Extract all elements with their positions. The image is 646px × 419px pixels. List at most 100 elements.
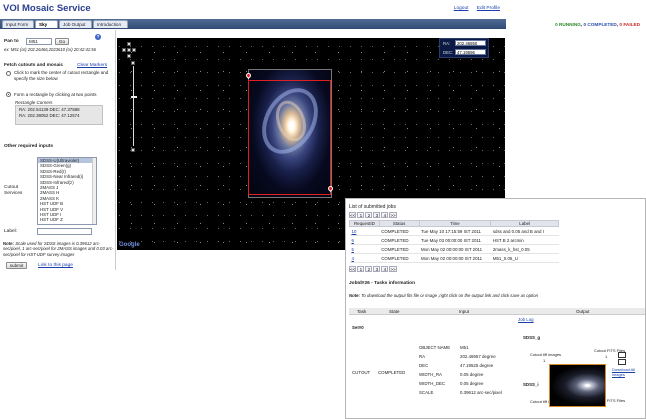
job-label: sdss and 0.05 and B and I [490, 226, 559, 236]
tab-sky-map[interactable]: Sky Map [35, 20, 58, 35]
pager-page[interactable]: 2 [365, 266, 373, 272]
radio-center-label: Click to mark the center of cutout recta… [14, 70, 109, 81]
pager-first[interactable]: << [349, 266, 357, 272]
job-id-link[interactable]: 10 [352, 229, 357, 234]
go-button[interactable]: Go [55, 38, 69, 45]
failed-count: 0 FAILED [619, 22, 640, 27]
jobs-panel: List of submitted jobs << 1 2 3 4 >> RequestI… [345, 198, 646, 419]
job-time: Tue May 10 17:15:59 IST 2011 [419, 226, 491, 236]
pan-to-input[interactable]: M51 [26, 38, 52, 45]
param-value: 0.05 degree [460, 372, 484, 377]
job-time: Mon May 02 00:00:00 IST 2011 [419, 244, 491, 254]
table-row: 10 COMPLETED Tue May 10 17:15:59 IST 201… [349, 226, 559, 236]
completed-count: 0 COMPLETED [583, 22, 617, 27]
pager-page[interactable]: 4 [381, 266, 389, 272]
tasks-note: Note: To download the output fits file o… [349, 293, 538, 298]
jobs-pager-bottom: << 1 2 3 4 >> [349, 266, 398, 272]
job-label: HST B 2 arcmin [490, 235, 559, 245]
logout-link[interactable]: Logout [454, 6, 469, 11]
job-log-link[interactable]: Job Log [518, 317, 534, 322]
jobs-title: List of submitted jobs [349, 204, 396, 210]
pager-last[interactable]: >> [389, 266, 397, 272]
fits-file-link[interactable]: 1 [605, 354, 607, 359]
map-controls [122, 42, 137, 182]
col-input: Input [459, 309, 470, 314]
app-title: VOI Mosaic Service [3, 3, 91, 14]
edit-profile-link[interactable]: Edit Profile [477, 6, 500, 11]
pager-page[interactable]: 1 [357, 266, 365, 272]
clear-markers-link[interactable]: Clear Markers [77, 63, 107, 68]
zoom-slider-handle[interactable] [131, 96, 137, 98]
radio-rectangle-mode[interactable] [6, 92, 11, 97]
fits-file-icon[interactable] [618, 352, 626, 358]
col-output: Output [576, 309, 590, 314]
google-logo: Google [119, 242, 140, 248]
pan-center-icon[interactable] [127, 48, 131, 52]
pan-left-icon[interactable] [122, 48, 126, 52]
tab-bar: Input Form Sky Map Job Output Introducti… [0, 19, 506, 35]
pager-page[interactable]: 4 [381, 212, 389, 218]
zoom-out-icon[interactable] [131, 148, 135, 152]
param-value: M51 [460, 345, 469, 350]
input-panel: Pan to M51 Go ? ex: M51 (or) 202.26466,2… [0, 30, 116, 270]
dec-value: 47.19596 [455, 49, 486, 55]
selection-rectangle[interactable] [248, 80, 331, 195]
service-option[interactable]: HST UDF Z [38, 217, 96, 222]
radio-center-mode[interactable] [6, 71, 11, 76]
zoom-in-icon[interactable] [131, 61, 135, 65]
cutout-image-link[interactable]: 1 [543, 358, 545, 363]
tab-input-form[interactable]: Input Form [2, 20, 34, 28]
submit-button[interactable]: submit [6, 262, 27, 269]
table-row: 5 COMPLETED Mon May 02 00:00:00 IST 2011… [349, 244, 559, 254]
download-all-link[interactable]: Download All images [612, 367, 645, 377]
job-id-link[interactable]: 5 [352, 247, 354, 252]
ra-value: 202.46850 [455, 40, 486, 46]
tasks-note-text: To download the output fits file or imag… [361, 293, 539, 298]
pager-first[interactable]: << [349, 212, 357, 218]
zoom-slider-track[interactable] [133, 66, 134, 146]
job-status: COMPLETED [379, 226, 420, 236]
pan-example: ex: M51 (or) 202.26466,2023610 (or) 20:4… [4, 47, 96, 52]
job-id-link[interactable]: 6 [352, 238, 354, 243]
pan-up-icon[interactable] [127, 42, 131, 46]
link-to-page[interactable]: Link to this page [38, 263, 73, 268]
radio-rectangle-label: Form a rectangle by clicking at two poin… [14, 92, 97, 97]
job-status: COMPLETED [379, 244, 420, 254]
job-status: COMPLETED [379, 253, 420, 263]
job-id-link[interactable]: 4 [352, 256, 354, 261]
tab-introduction[interactable]: Introduction [93, 20, 128, 28]
running-count: 0 RUNNING [555, 22, 581, 27]
pager-last[interactable]: >> [389, 212, 397, 218]
pager-page[interactable]: 1 [357, 212, 365, 218]
output-sdss-g: SDSS_g [523, 335, 541, 340]
jobs-pager-top: << 1 2 3 4 >> [349, 212, 398, 218]
pan-to-label: Pan to [4, 39, 19, 44]
pager-page[interactable]: 3 [373, 212, 381, 218]
cutout-images-label[interactable]: Cutout tiff images [530, 352, 561, 357]
dec-label: DEC: [443, 50, 454, 55]
label-input[interactable] [37, 228, 92, 235]
tasks-note-bold: Note: [349, 293, 360, 298]
param-key: WIDTH_DEC [419, 381, 446, 386]
table-row: 6 COMPLETED Tue May 03 00:00:00 IST 2011… [349, 235, 559, 245]
col-state: State [389, 309, 400, 314]
pan-right-icon[interactable] [132, 48, 136, 52]
cutout-services-list[interactable]: SDSS-U(Ultraviolet) SDSS-Green(g) SDSS-R… [37, 157, 97, 225]
tasks-table-header: Task State Input Output [349, 308, 645, 315]
ra-label: RA: [443, 41, 451, 46]
services-scrollbar[interactable] [92, 158, 96, 224]
pager-page[interactable]: 3 [373, 266, 381, 272]
job-label: 2mass_k_hst_0.05 [490, 244, 559, 254]
param-key: OBJECT NAME [419, 345, 451, 350]
pager-page[interactable]: 2 [365, 212, 373, 218]
help-icon[interactable]: ? [95, 34, 101, 40]
image-file-icon[interactable] [618, 359, 626, 365]
preview-thumbnail[interactable] [549, 364, 606, 407]
task-state: COMPLETED [378, 370, 406, 375]
pan-down-icon[interactable] [127, 54, 131, 58]
param-value: 0.05 degree [460, 381, 484, 386]
cutout-services-label: Cutout Services [4, 185, 23, 196]
corner-2: RA: 202.38052 DEC: 47.12574 [19, 112, 80, 118]
tab-job-output[interactable]: Job Output [59, 20, 92, 28]
tasks-title: JobId#26 - Tasks information [349, 281, 416, 286]
